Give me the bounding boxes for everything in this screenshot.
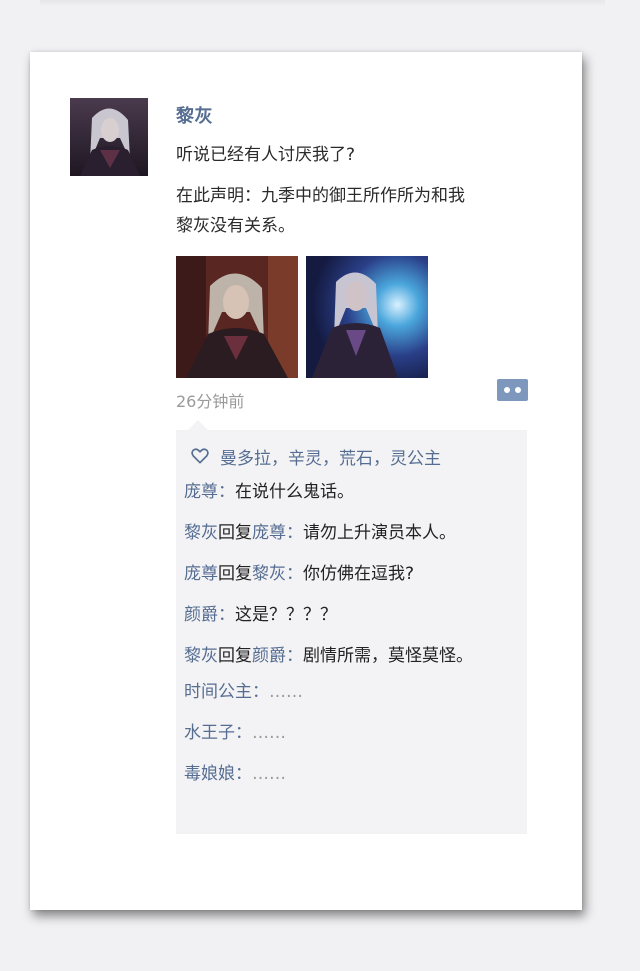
post-time: 26分钟前 [176, 392, 245, 411]
comment-row[interactable]: 黎灰回复庞尊：请勿上升演员本人。 [184, 519, 520, 547]
reply-target-user[interactable]: 黎灰 [252, 564, 286, 584]
comment-separator: ： [235, 764, 252, 784]
comment-separator: ： [218, 482, 235, 502]
comment-separator: ： [218, 605, 235, 625]
comment-user[interactable]: 黎灰 [184, 523, 218, 543]
comment-text: …… [252, 723, 286, 743]
comment-list: 庞尊：在说什么鬼话。 黎灰回复庞尊：请勿上升演员本人。 庞尊回复黎灰：你仿佛在逗我?… [184, 478, 520, 801]
comment-section: 曼多拉，辛灵，荒石，灵公主 庞尊：在说什么鬼话。 黎灰回复庞尊：请勿上升演员本人。… [176, 430, 527, 834]
post-photo-2[interactable] [306, 256, 428, 378]
comment-text: 请勿上升演员本人。 [303, 523, 456, 543]
reply-word: 回复 [218, 564, 252, 584]
avatar[interactable] [70, 98, 148, 176]
reply-word: 回复 [218, 523, 252, 543]
comment-row[interactable]: 毒娘娘：…… [184, 760, 520, 788]
comment-text: 这是？？？？ [235, 605, 337, 625]
reply-word: 回复 [218, 646, 252, 666]
comment-separator: ： [235, 723, 252, 743]
comment-row[interactable]: 水王子：…… [184, 719, 520, 747]
comment-text: …… [252, 764, 286, 784]
post-text: 听说已经有人讨厌我了? 在此声明：九季中的御王所作所为和我 黎灰没有关系。 [176, 140, 541, 252]
comment-more-button[interactable] [497, 379, 528, 401]
comment-row[interactable]: 颜爵：这是？？？？ [184, 601, 520, 629]
comment-user[interactable]: 黎灰 [184, 646, 218, 666]
comment-user[interactable]: 时间公主 [184, 682, 252, 702]
comment-user[interactable]: 庞尊 [184, 564, 218, 584]
reply-target-user[interactable]: 庞尊 [252, 523, 286, 543]
comment-user[interactable]: 庞尊 [184, 482, 218, 502]
post-photo-1[interactable] [176, 256, 298, 378]
comment-row[interactable]: 庞尊：在说什么鬼话。 [184, 478, 520, 506]
comment-user[interactable]: 毒娘娘 [184, 764, 235, 784]
comment-user[interactable]: 颜爵 [184, 605, 218, 625]
comment-separator: ： [252, 682, 269, 702]
comment-text: 你仿佛在逗我? [303, 564, 415, 584]
likes-names[interactable]: 曼多拉，辛灵，荒石，灵公主 [220, 444, 441, 469]
dot-icon [504, 387, 510, 393]
comment-row[interactable]: 时间公主：…… [184, 678, 520, 706]
top-edge [40, 0, 605, 6]
comment-separator: ： [286, 523, 303, 543]
comment-separator: ： [286, 564, 303, 584]
reply-target-user[interactable]: 颜爵 [252, 646, 286, 666]
moment-card: 黎灰 听说已经有人讨厌我了? 在此声明：九季中的御王所作所为和我 黎灰没有关系。 [30, 52, 582, 910]
comment-separator: ： [286, 646, 303, 666]
comment-text: 剧情所需，莫怪莫怪。 [303, 646, 473, 666]
comment-arrow [188, 420, 208, 430]
comment-row[interactable]: 庞尊回复黎灰：你仿佛在逗我? [184, 560, 520, 588]
comment-text: …… [269, 682, 303, 702]
post-line: 在此声明：九季中的御王所作所为和我 [176, 186, 465, 206]
comment-row[interactable]: 黎灰回复颜爵：剧情所需，莫怪莫怪。 [184, 642, 520, 670]
author-name[interactable]: 黎灰 [176, 102, 213, 128]
post-line: 黎灰没有关系。 [176, 216, 295, 236]
likes-row: 曼多拉，辛灵，荒石，灵公主 [190, 444, 441, 469]
comment-text: 在说什么鬼话。 [235, 482, 354, 502]
dot-icon [515, 387, 521, 393]
heart-outline-icon [191, 448, 209, 464]
comment-user[interactable]: 水王子 [184, 723, 235, 743]
post-line: 听说已经有人讨厌我了? [176, 145, 356, 165]
